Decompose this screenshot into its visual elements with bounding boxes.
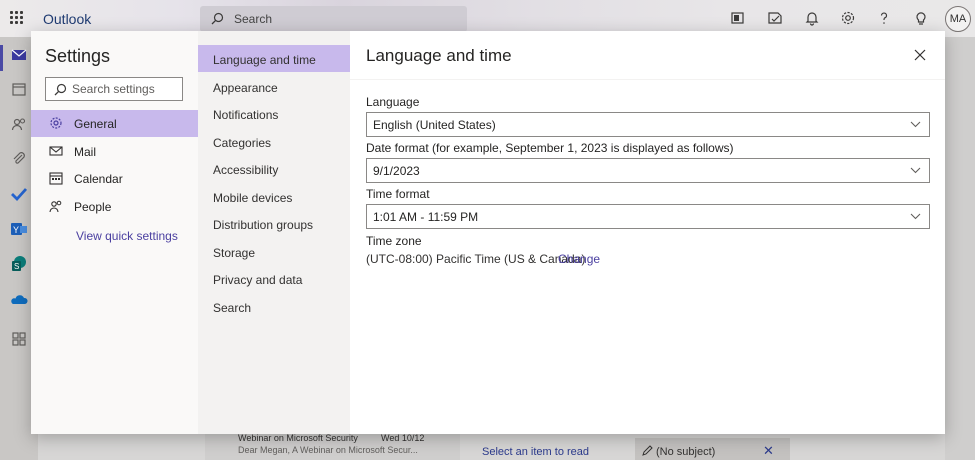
settings-dialog: Settings General Mail bbox=[31, 31, 945, 434]
svg-text:S: S bbox=[14, 262, 19, 271]
close-icon[interactable] bbox=[913, 48, 927, 62]
subcategory-distribution-groups[interactable]: Distribution groups bbox=[198, 210, 350, 237]
category-mail[interactable]: Mail bbox=[31, 138, 198, 165]
chevron-down-icon bbox=[910, 121, 921, 128]
reading-pane-placeholder: Select an item to read bbox=[482, 446, 590, 458]
rail-active-indicator bbox=[0, 45, 3, 71]
close-icon: ✕ bbox=[763, 443, 774, 458]
category-general[interactable]: General bbox=[31, 110, 198, 137]
settings-search-input[interactable] bbox=[72, 81, 178, 97]
onedrive-icon[interactable] bbox=[10, 290, 28, 308]
settings-subcategories-panel: Language and time Appearance Notificatio… bbox=[198, 31, 350, 434]
draft-tab: (No subject) ✕ bbox=[635, 438, 790, 460]
settings-search-box[interactable] bbox=[45, 77, 183, 101]
subcategory-storage[interactable]: Storage bbox=[198, 238, 350, 265]
category-label: Calendar bbox=[74, 172, 123, 186]
bell-icon[interactable] bbox=[804, 10, 820, 26]
office-icon[interactable] bbox=[730, 10, 746, 26]
time-format-dropdown[interactable]: 1:01 AM - 11:59 PM bbox=[366, 204, 930, 229]
attach-icon[interactable] bbox=[10, 150, 28, 168]
subcategory-label: Storage bbox=[213, 246, 256, 260]
time-format-value: 1:01 AM - 11:59 PM bbox=[373, 210, 479, 224]
subcategory-label: Language and time bbox=[213, 53, 316, 67]
todo-icon[interactable] bbox=[10, 185, 28, 203]
people-icon[interactable] bbox=[10, 115, 28, 133]
background-reading-pane-edge bbox=[945, 37, 975, 460]
lightbulb-icon[interactable] bbox=[913, 10, 929, 26]
app-name[interactable]: Outlook bbox=[43, 11, 91, 27]
date-format-label: Date format (for example, September 1, 2… bbox=[366, 141, 734, 155]
global-search-box[interactable]: Search bbox=[200, 6, 467, 32]
pane-divider bbox=[350, 79, 945, 80]
subcategory-appearance[interactable]: Appearance bbox=[198, 73, 350, 100]
mail-date: Wed 10/12 bbox=[381, 433, 425, 443]
apps-icon[interactable] bbox=[10, 330, 28, 348]
yammer-icon[interactable]: Y bbox=[10, 220, 28, 238]
gear-icon[interactable] bbox=[840, 10, 856, 26]
help-icon[interactable] bbox=[876, 10, 892, 26]
subcategory-mobile-devices[interactable]: Mobile devices bbox=[198, 183, 350, 210]
chevron-down-icon bbox=[910, 213, 921, 220]
subcategory-label: Notifications bbox=[213, 108, 279, 122]
subcategory-label: Mobile devices bbox=[213, 191, 293, 205]
draft-subject: (No subject) bbox=[656, 446, 716, 458]
mail-icon bbox=[49, 146, 63, 156]
time-zone-change-link[interactable]: Change bbox=[558, 252, 600, 266]
mail-subject: Webinar on Microsoft Security bbox=[238, 433, 358, 443]
subcategory-label: Appearance bbox=[213, 81, 278, 95]
subcategory-accessibility[interactable]: Accessibility bbox=[198, 155, 350, 182]
language-dropdown[interactable]: English (United States) bbox=[366, 112, 930, 137]
category-label: People bbox=[74, 200, 112, 214]
subcategory-label: Distribution groups bbox=[213, 218, 314, 232]
calendar-icon bbox=[49, 172, 63, 185]
sharepoint-icon[interactable]: S bbox=[10, 255, 28, 273]
view-quick-settings-link[interactable]: View quick settings bbox=[76, 229, 178, 243]
language-value: English (United States) bbox=[373, 118, 496, 132]
chevron-down-icon bbox=[910, 167, 921, 174]
tasks-icon[interactable] bbox=[767, 10, 783, 26]
mail-preview: Dear Megan, A Webinar on Microsoft Secur… bbox=[238, 445, 418, 455]
subcategory-label: Accessibility bbox=[213, 163, 279, 177]
gear-icon bbox=[50, 117, 62, 129]
subcategory-search[interactable]: Search bbox=[198, 293, 350, 320]
subcategory-categories[interactable]: Categories bbox=[198, 128, 350, 155]
avatar[interactable]: MA bbox=[945, 6, 971, 32]
time-zone-value: (UTC-08:00) Pacific Time (US & Canada) bbox=[366, 252, 586, 266]
category-label: General bbox=[74, 117, 117, 131]
language-label: Language bbox=[366, 95, 420, 109]
settings-content-pane: Language and time Language English (Unit… bbox=[350, 31, 945, 434]
subcategory-privacy-and-data[interactable]: Privacy and data bbox=[198, 265, 350, 292]
people-icon bbox=[49, 200, 62, 213]
subcategory-label: Privacy and data bbox=[213, 273, 303, 287]
time-format-label: Time format bbox=[366, 187, 430, 201]
pen-icon bbox=[642, 445, 653, 456]
pane-title: Language and time bbox=[366, 46, 512, 65]
settings-title: Settings bbox=[45, 46, 111, 66]
global-search-placeholder: Search bbox=[234, 12, 273, 26]
subcategory-notifications[interactable]: Notifications bbox=[198, 100, 350, 127]
search-icon bbox=[211, 12, 224, 25]
svg-text:Y: Y bbox=[13, 225, 19, 235]
search-icon bbox=[54, 83, 67, 96]
subcategory-language-and-time[interactable]: Language and time bbox=[198, 45, 350, 72]
subcategory-label: Categories bbox=[213, 136, 272, 150]
category-label: Mail bbox=[74, 145, 97, 159]
waffle-icon[interactable] bbox=[10, 11, 24, 25]
date-format-dropdown[interactable]: 9/1/2023 bbox=[366, 158, 930, 183]
subcategory-label: Search bbox=[213, 301, 252, 315]
background-mail-item: Webinar on Microsoft Security Wed 10/12 … bbox=[205, 430, 460, 460]
category-people[interactable]: People bbox=[31, 193, 198, 220]
mail-icon[interactable] bbox=[10, 46, 28, 64]
category-calendar[interactable]: Calendar bbox=[31, 165, 198, 192]
time-zone-label: Time zone bbox=[366, 234, 422, 248]
calendar-icon[interactable] bbox=[10, 80, 28, 98]
settings-categories-panel: Settings General Mail bbox=[31, 31, 198, 434]
date-format-value: 9/1/2023 bbox=[373, 164, 420, 178]
